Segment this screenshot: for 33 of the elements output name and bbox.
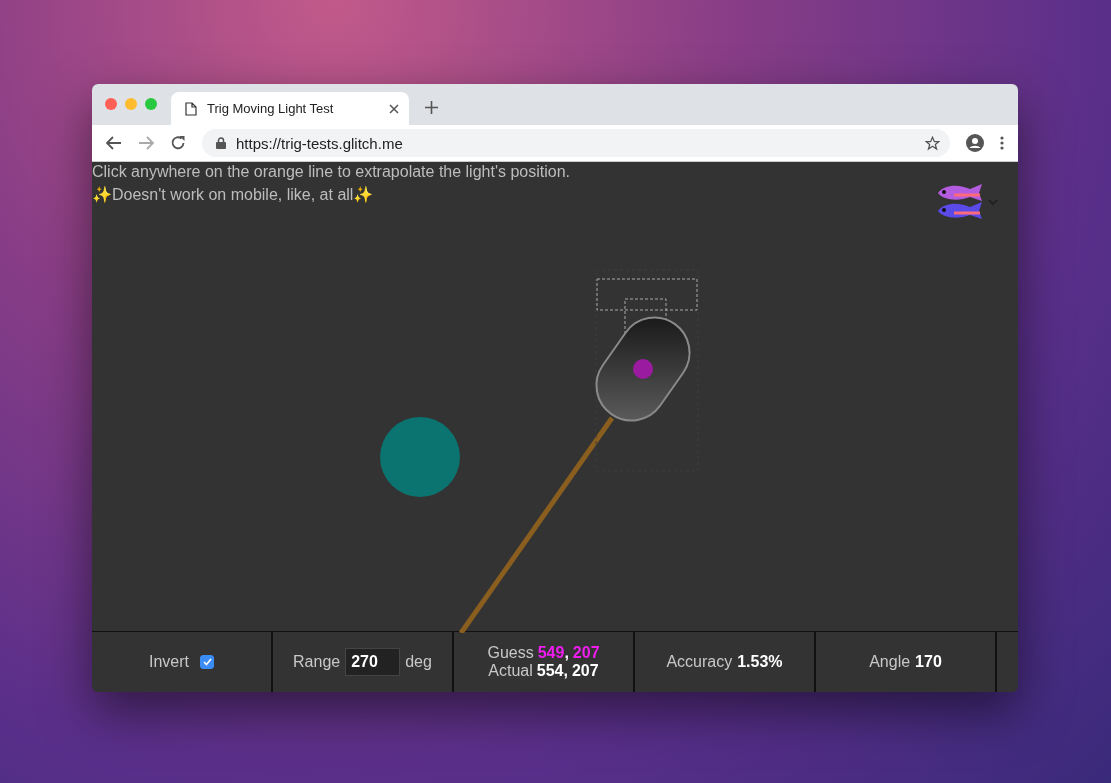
lock-icon (216, 137, 226, 149)
back-icon[interactable] (106, 136, 122, 150)
bookmark-star-icon[interactable] (925, 135, 940, 151)
guess-x-value: 549 (537, 644, 565, 662)
reload-icon[interactable] (170, 135, 186, 151)
url-text: https://trig-tests.glitch.me (236, 134, 404, 152)
guess-y-value: 207 (572, 644, 600, 662)
actual-x-value: 554 (536, 662, 564, 680)
note-text: ✨Doesn't work on mobile, like, at all✨ (92, 185, 374, 205)
light-fixture[interactable] (595, 316, 691, 422)
instructions-text: Click anywhere on the orange line to extrapolate the light's position. (92, 162, 570, 182)
address-bar[interactable]: https://trig-tests.glitch.me (202, 129, 950, 157)
range-label: Range (293, 653, 341, 671)
comma: , (564, 644, 569, 662)
menu-icon[interactable] (1000, 136, 1004, 150)
browser-tab[interactable]: Trig Moving Light Test (171, 92, 409, 125)
angle-label: Angle (869, 653, 911, 671)
actual-y-value: 207 (571, 662, 599, 680)
range-input[interactable]: 270 (345, 648, 401, 676)
invert-checkbox[interactable] (200, 655, 214, 669)
new-tab-icon[interactable] (425, 101, 438, 114)
accuracy-label: Accuracy (666, 653, 733, 671)
range-unit: deg (405, 653, 432, 671)
tab-title: Trig Moving Light Test (207, 101, 335, 116)
actual-label: Actual (488, 662, 533, 680)
comma: , (563, 662, 568, 680)
close-tab-icon[interactable] (389, 103, 399, 114)
accuracy-value: 1.53% (737, 653, 783, 671)
angle-value: 170 (915, 653, 942, 671)
profile-icon[interactable] (966, 134, 984, 152)
invert-label: Invert (149, 653, 189, 671)
guess-label: Guess (487, 644, 534, 662)
page-icon (185, 101, 197, 116)
